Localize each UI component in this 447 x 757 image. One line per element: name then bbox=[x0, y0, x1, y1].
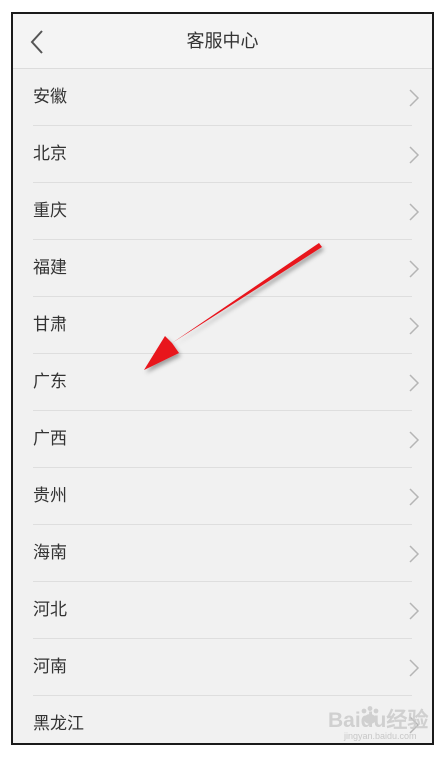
chevron-right-icon bbox=[409, 431, 420, 449]
region-label: 河北 bbox=[33, 600, 67, 620]
list-item[interactable]: 北京 bbox=[13, 126, 432, 183]
list-item[interactable]: 黑龙江 bbox=[13, 696, 432, 743]
list-item[interactable]: 重庆 bbox=[13, 183, 432, 240]
nav-header: 客服中心 bbox=[13, 14, 432, 69]
region-label: 河南 bbox=[33, 657, 67, 677]
region-label: 甘肃 bbox=[33, 315, 67, 335]
chevron-right-icon bbox=[409, 488, 420, 506]
chevron-right-icon bbox=[409, 146, 420, 164]
chevron-right-icon bbox=[409, 260, 420, 278]
list-item[interactable]: 河南 bbox=[13, 639, 432, 696]
chevron-right-icon bbox=[409, 602, 420, 620]
region-label: 北京 bbox=[33, 144, 67, 164]
chevron-right-icon bbox=[409, 203, 420, 221]
region-list: 安徽 北京 重庆 福建 甘肃 广东 广西 贵州 海南 河北 河南 黑龙江 bbox=[13, 69, 432, 743]
region-label: 安徽 bbox=[33, 87, 67, 107]
phone-screen: 客服中心 安徽 北京 重庆 福建 甘肃 广东 广西 贵州 海南 河北 河南 黑龙… bbox=[11, 12, 434, 745]
region-label: 广西 bbox=[33, 429, 67, 449]
chevron-right-icon bbox=[409, 716, 420, 734]
list-item[interactable]: 广西 bbox=[13, 411, 432, 468]
list-item[interactable]: 甘肃 bbox=[13, 297, 432, 354]
list-item[interactable]: 福建 bbox=[13, 240, 432, 297]
chevron-right-icon bbox=[409, 659, 420, 677]
region-label: 黑龙江 bbox=[33, 714, 84, 734]
page-title: 客服中心 bbox=[186, 31, 259, 52]
list-item[interactable]: 河北 bbox=[13, 582, 432, 639]
list-item[interactable]: 海南 bbox=[13, 525, 432, 582]
list-item[interactable]: 安徽 bbox=[13, 69, 432, 126]
chevron-right-icon bbox=[409, 545, 420, 563]
region-label: 广东 bbox=[33, 372, 67, 392]
region-label: 贵州 bbox=[33, 486, 67, 506]
region-label: 海南 bbox=[33, 543, 67, 563]
region-label: 重庆 bbox=[33, 201, 67, 221]
chevron-right-icon bbox=[409, 89, 420, 107]
region-label: 福建 bbox=[33, 258, 67, 278]
chevron-right-icon bbox=[409, 374, 420, 392]
list-item[interactable]: 广东 bbox=[13, 354, 432, 411]
list-item[interactable]: 贵州 bbox=[13, 468, 432, 525]
chevron-right-icon bbox=[409, 317, 420, 335]
